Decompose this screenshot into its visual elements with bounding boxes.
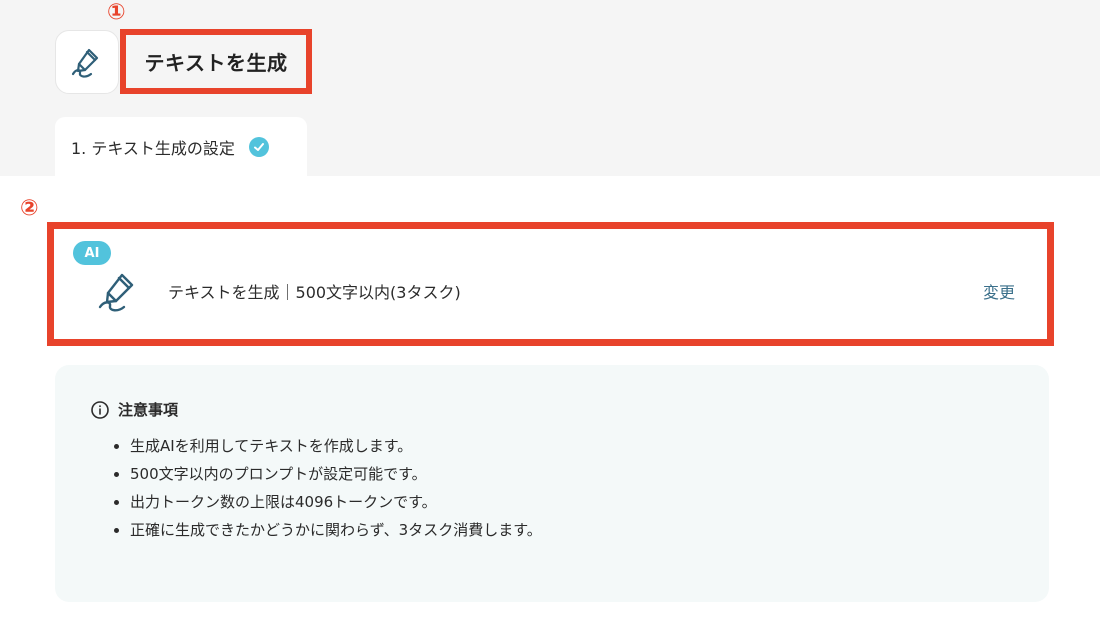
step-label: 1. テキスト生成の設定 xyxy=(71,138,235,158)
notes-title: 注意事項 xyxy=(118,401,179,419)
app-title-highlight: テキストを生成 xyxy=(120,29,312,94)
action-label: テキストを生成｜500文字以内(3タスク) xyxy=(168,283,461,302)
app-icon xyxy=(55,30,119,94)
annotation-marker-1: ① xyxy=(107,0,126,25)
note-item: 生成AIを利用してテキストを作成します。 xyxy=(130,432,1049,460)
step-tab-settings[interactable]: 1. テキスト生成の設定 xyxy=(55,117,307,176)
check-circle-icon xyxy=(248,136,269,157)
pen-squiggle-icon xyxy=(71,48,99,78)
notes-panel: 注意事項 生成AIを利用してテキストを作成します。 500文字以内のプロンプトが… xyxy=(55,365,1049,602)
info-icon xyxy=(91,400,109,419)
action-card: AI テキストを生成｜500文字以内(3タスク) 変更 xyxy=(47,222,1054,346)
ai-badge: AI xyxy=(73,241,111,265)
action-icon xyxy=(92,265,144,317)
annotation-marker-2: ② xyxy=(20,196,39,221)
notes-header: 注意事項 xyxy=(90,399,1049,420)
note-item: 500文字以内のプロンプトが設定可能です。 xyxy=(130,460,1049,488)
note-item: 出力トークン数の上限は4096トークンです。 xyxy=(130,488,1049,516)
change-button[interactable]: 変更 xyxy=(983,279,1015,303)
note-item: 正確に生成できたかどうかに関わらず、3タスク消費します。 xyxy=(130,516,1049,544)
pen-squiggle-icon xyxy=(98,273,134,312)
app-title: テキストを生成 xyxy=(144,51,288,75)
notes-list: 生成AIを利用してテキストを作成します。 500文字以内のプロンプトが設定可能で… xyxy=(90,432,1049,544)
